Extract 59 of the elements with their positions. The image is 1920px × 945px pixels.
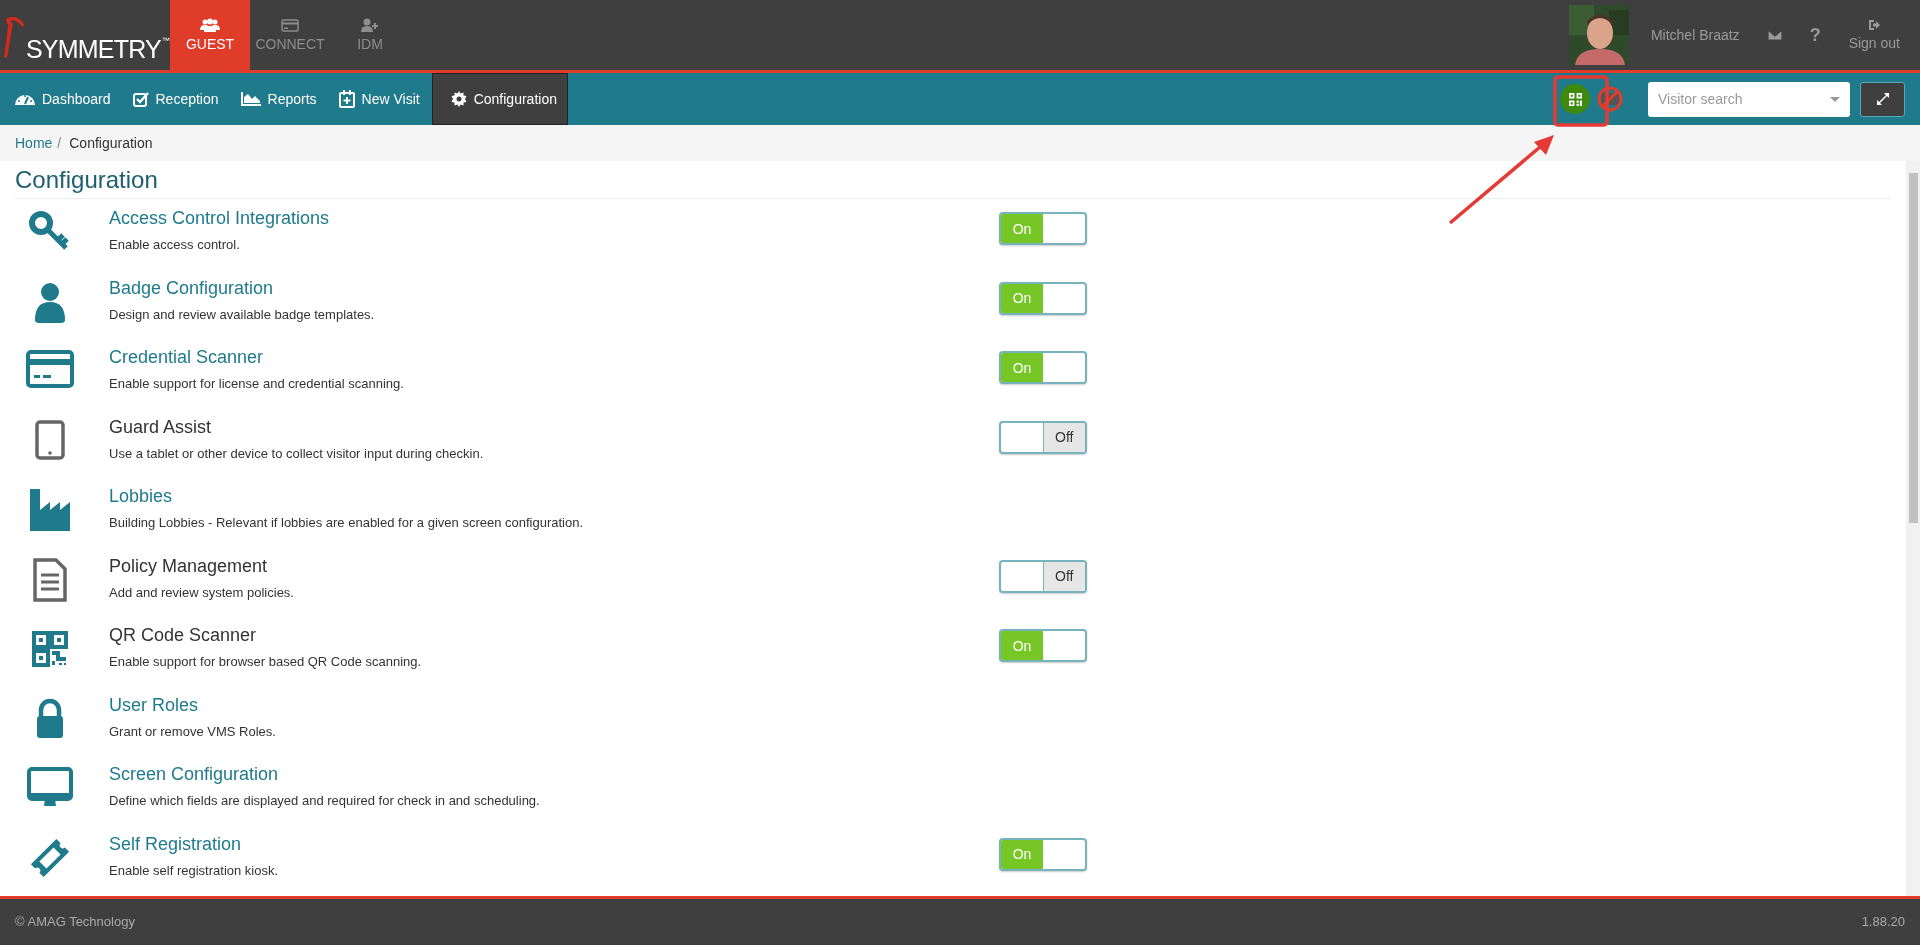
toggle-switch[interactable]: Off <box>999 420 1087 454</box>
logo-text: SYMMETRY™ <box>26 37 170 62</box>
setting-description: Use a tablet or other device to collect visitor input during checkin. <box>109 445 485 461</box>
setting-description: Enable self registration kiosk. <box>109 862 280 878</box>
nav-tab[interactable]: Reports <box>240 73 329 125</box>
setting-description: Add and review system policies. <box>109 584 295 600</box>
setting-title[interactable]: Lobbies <box>109 486 173 507</box>
card-icon <box>26 349 74 389</box>
breadcrumb-current: Configuration <box>69 135 153 151</box>
expand-icon <box>1876 93 1889 105</box>
card-icon <box>281 18 299 32</box>
setting-title[interactable]: Credential Scanner <box>109 347 264 368</box>
setting-title: Policy Management <box>109 555 268 577</box>
setting-description: Building Lobbies - Relevant if lobbies are enabled for a given screen configuration. <box>109 515 585 530</box>
setting-title[interactable]: Self Registration <box>109 833 242 855</box>
app-tab[interactable]: CONNECT <box>250 0 330 70</box>
caret-icon <box>1830 96 1840 102</box>
area-chart-icon <box>240 92 261 106</box>
breadcrumb-link[interactable]: Home <box>15 135 53 151</box>
setting-description: Enable support for license and credential scanning. <box>109 376 405 391</box>
setting-title[interactable]: Screen Configuration <box>109 764 279 785</box>
qr-code-icon <box>1568 92 1582 106</box>
setting-title[interactable]: Access Control Integrations <box>109 208 330 229</box>
qr-scanner-button[interactable] <box>1560 84 1590 114</box>
calendar-plus-icon <box>338 90 355 108</box>
gear-icon <box>450 91 467 107</box>
nav-tab[interactable]: New Visit <box>338 73 432 125</box>
sign-out-button[interactable]: Sign out <box>1848 19 1900 51</box>
version-text: 1.88.20 <box>1861 914 1905 929</box>
user-name[interactable]: Mitchel Braatz <box>1650 27 1740 43</box>
visitor-search-field[interactable]: Visitor search <box>1648 81 1850 117</box>
help-button[interactable]: ? <box>1809 24 1821 46</box>
setting-title[interactable]: User Roles <box>109 694 199 716</box>
setting-description: Enable support for browser based QR Code scanning. <box>109 654 423 669</box>
app-tab[interactable]: GUEST <box>170 0 250 70</box>
sign-out-icon <box>1868 19 1881 31</box>
highlight-box <box>1553 75 1609 127</box>
setting-description: Design and review available badge templates. <box>109 306 376 322</box>
setting-title: Guard Assist <box>109 416 212 438</box>
breadcrumb-separator: / <box>56 135 63 151</box>
nav-tab[interactable]: Configuration <box>431 73 568 125</box>
setting-title[interactable]: Badge Configuration <box>109 277 274 299</box>
nav-tab[interactable]: Dashboard <box>15 73 123 125</box>
factory-icon <box>28 488 72 532</box>
checkbox-icon <box>132 91 149 107</box>
scrollbar[interactable] <box>1906 161 1920 896</box>
toggle-switch[interactable]: Off <box>999 559 1087 593</box>
expand-button[interactable] <box>1860 81 1905 117</box>
nav-tab[interactable]: Reception <box>132 73 231 125</box>
setting-description: Define which fields are displayed and required for check in and scheduling. <box>109 793 541 808</box>
setting-title: QR Code Scanner <box>109 625 257 646</box>
page-title: Configuration <box>15 161 1891 199</box>
app-tab[interactable]: IDM <box>330 0 410 70</box>
user-plus-icon <box>361 18 379 32</box>
setting-description: Grant or remove VMS Roles. <box>109 723 277 739</box>
group-icon <box>200 18 220 32</box>
gauge-icon <box>15 92 35 106</box>
copyright-text: © AMAG Technology <box>15 914 135 929</box>
setting-description: Enable access control. <box>109 237 241 252</box>
